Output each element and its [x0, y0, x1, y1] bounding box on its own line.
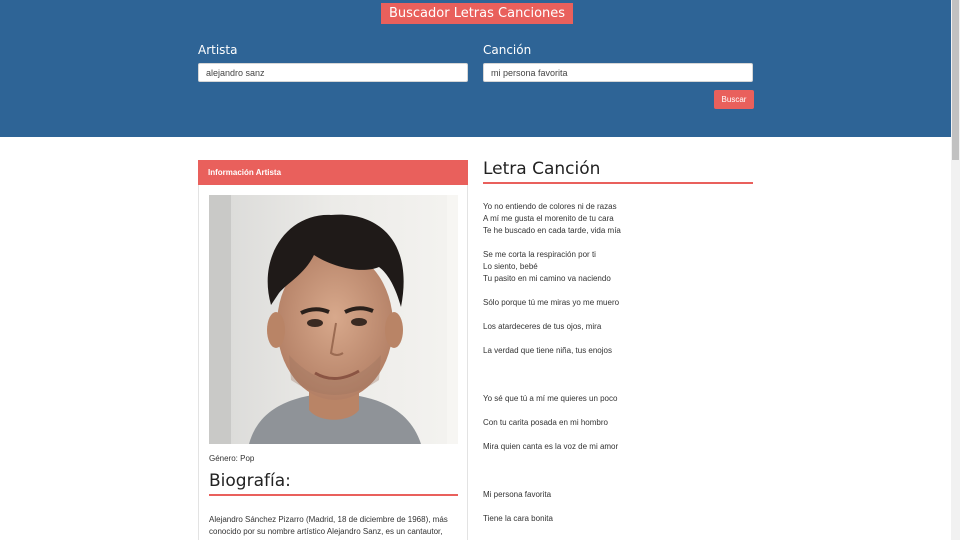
- biography-title: Biografía:: [209, 471, 291, 491]
- lyric-line: [483, 405, 753, 417]
- lyric-line: A mí me gusta el morenito de tu cara: [483, 214, 614, 223]
- artist-photo: [209, 195, 458, 444]
- scrollbar-thumb[interactable]: [952, 0, 959, 160]
- lyric-line: Mira quien canta es la voz de mi amor: [483, 442, 619, 451]
- lyric-line: Te he buscado en cada tarde, vida mía: [483, 226, 621, 235]
- lyric-line: [483, 285, 753, 297]
- lyric-line: [483, 357, 753, 369]
- lyrics-divider: [483, 182, 753, 184]
- search-button[interactable]: Buscar: [714, 90, 754, 109]
- lyric-line: Con tu carita posada en mi hombro: [483, 418, 608, 427]
- lyric-line: Tiene la cara bonita: [483, 514, 553, 523]
- artist-input[interactable]: [198, 63, 468, 82]
- lyric-line: [483, 429, 753, 441]
- song-label: Canción: [483, 43, 532, 57]
- lyric-line: [483, 369, 753, 381]
- app-title: Buscador Letras Canciones: [381, 3, 573, 24]
- search-header: Buscador Letras Canciones Artista Canció…: [0, 0, 951, 137]
- lyric-line: Se me corta la respiración por ti: [483, 250, 596, 259]
- lyric-line: [483, 309, 753, 321]
- lyric-line: La verdad que tiene niña, tus enojos: [483, 346, 612, 355]
- lyric-line: Yo no entiendo de colores ni de razas: [483, 202, 617, 211]
- artist-label: Artista: [198, 43, 238, 57]
- page-scrollbar[interactable]: [951, 0, 960, 540]
- biography-text: Alejandro Sánchez Pizarro (Madrid, 18 de…: [209, 515, 448, 536]
- lyric-line: [483, 381, 753, 393]
- genre-text: Género: Pop: [209, 454, 255, 463]
- lyric-line: Mi persona favorita: [483, 490, 552, 499]
- lyric-line: [483, 453, 753, 465]
- lyric-line: [483, 477, 753, 489]
- lyrics-title: Letra Canción: [483, 159, 601, 179]
- lyric-line: Lo siento, bebé: [483, 262, 538, 271]
- artist-card-header: Información Artista: [198, 160, 468, 185]
- lyric-line: Sólo porque tú me miras yo me muero: [483, 298, 620, 307]
- lyric-line: [483, 333, 753, 345]
- lyrics-body: Yo no entiendo de colores ni de razas A m…: [483, 201, 753, 525]
- lyric-line: [483, 465, 753, 477]
- biography-divider: [209, 494, 458, 496]
- lyric-line: Los atardeceres de tus ojos, mira: [483, 322, 602, 331]
- lyric-line: Yo sé que tú a mí me quieres un poco: [483, 394, 618, 403]
- lyric-line: [483, 237, 753, 249]
- lyric-line: Tu pasito en mi camino va naciendo: [483, 274, 611, 283]
- song-input[interactable]: [483, 63, 753, 82]
- lyric-line: [483, 501, 753, 513]
